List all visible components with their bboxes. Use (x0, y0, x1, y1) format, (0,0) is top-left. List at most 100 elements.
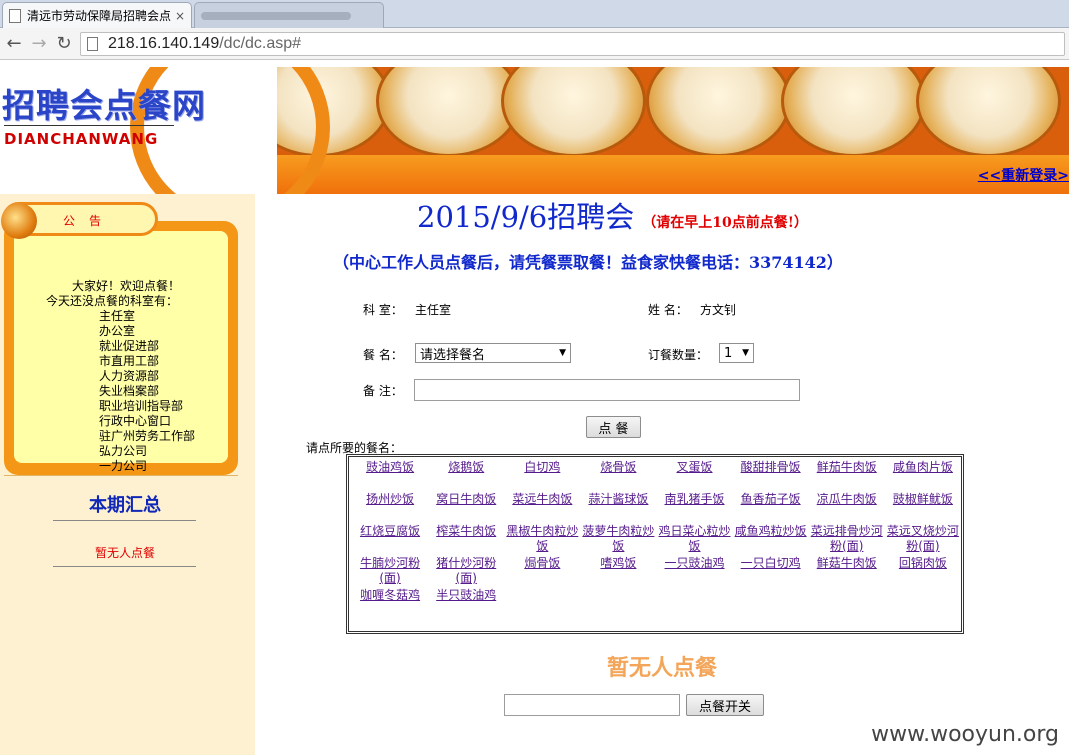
menu-item-link[interactable]: 蒜汁酱球饭 (588, 492, 648, 506)
main-content: 2015/9/6招聘会 （请在早上10点前点餐!） （中心工作人员点餐后，请凭餐票… (255, 194, 1069, 755)
menu-item-link[interactable]: 烧鹅饭 (448, 460, 484, 474)
menu-item-link[interactable]: 菜远叉烧炒河粉(面) (887, 524, 959, 553)
site-subtitle: DIANCHANWANG (4, 130, 159, 148)
menu-item-link[interactable]: 白切鸡 (524, 460, 560, 474)
browser-toolbar: ← → ↻ 218.16.140.149/dc/dc.asp# (0, 28, 1069, 60)
menu-item-link[interactable]: 豉椒鲜鱿饭 (893, 492, 953, 506)
menu-cell: 烧鹅饭 (428, 459, 504, 491)
address-bar[interactable]: 218.16.140.149/dc/dc.asp# (80, 32, 1065, 56)
event-title: 2015/9/6招聘会 (417, 200, 635, 234)
menu-item-link[interactable]: 猪什炒河粉(面) (436, 556, 496, 585)
summary-divider (53, 566, 196, 567)
remark-input[interactable] (414, 379, 800, 401)
reload-icon[interactable]: ↻ (53, 33, 75, 55)
dropdown-arrow-icon: ▼ (742, 348, 749, 358)
url-path: /dc/dc.asp# (219, 35, 302, 52)
menu-cell: 凉瓜牛肉饭 (809, 491, 885, 523)
menu-cell: 回锅肉饭 (885, 555, 961, 587)
menu-row: 牛腩炒河粉(面) 猪什炒河粉(面) 焗骨饭 嗜鸡饭 一只豉油鸡 一只白切鸡 鲜菇牛肉饭 回锅肉… (352, 555, 961, 587)
menu-cell (809, 587, 885, 619)
menu-item-link[interactable]: 咖喱冬菇鸡 (360, 588, 420, 602)
dept-item: 市直用工部 (99, 354, 160, 368)
tab-title: 清远市劳动保障局招聘会点 (26, 9, 171, 23)
order-toggle-button[interactable]: 点餐开关 (686, 694, 764, 716)
summary-divider (53, 520, 196, 521)
menu-cell: 扬州炒饭 (352, 491, 428, 523)
dropdown-arrow-icon: ▼ (559, 348, 566, 358)
dept-item: 弘力公司 (99, 444, 148, 458)
sidebar-divider (4, 475, 238, 476)
dept-item: 主任室 (99, 309, 136, 323)
dept-label: 科 室： (363, 303, 403, 317)
menu-item-link[interactable]: 烧骨饭 (600, 460, 636, 474)
forward-arrow-icon[interactable]: → (28, 33, 50, 55)
watermark: www.wooyun.org (871, 722, 1059, 747)
browser-tab-inactive[interactable] (194, 2, 384, 28)
no-order-message: 暂无人点餐 (606, 655, 717, 681)
food-plate-image (646, 67, 791, 155)
summary-title: 本期汇总 (89, 495, 161, 516)
page-icon (9, 8, 21, 23)
menu-item-link[interactable]: 菜远排骨炒河粉(面) (811, 524, 883, 553)
dept-item: 一力公司 (99, 459, 148, 473)
menu-cell: 猪什炒河粉(面) (428, 555, 504, 587)
menu-item-link[interactable]: 鸡日菜心粒炒饭 (659, 524, 731, 553)
page: 招聘会点餐网 DIANCHANWANG <<重新登录> 大家好！欢迎点餐！ 今天… (0, 67, 1069, 755)
menu-cell: 焗骨饭 (504, 555, 580, 587)
menu-item-link[interactable]: 红烧豆腐饭 (360, 524, 420, 538)
menu-cell: 牛腩炒河粉(面) (352, 555, 428, 587)
menu-table: 豉油鸡饭 烧鹅饭 白切鸡 烧骨饭 叉蛋饭 酸甜排骨饭 鲜茄牛肉饭 咸鱼肉片饭扬州炒饭 窝日牛肉饭… (346, 454, 964, 634)
menu-cell: 鲜茄牛肉饭 (809, 459, 885, 491)
browser-tabstrip: 清远市劳动保障局招聘会点 × (0, 0, 1069, 28)
menu-item-link[interactable]: 咸鱼鸡粒炒饭 (735, 524, 807, 538)
menu-item-link[interactable]: 酸甜排骨饭 (741, 460, 801, 474)
meal-label: 餐 名： (363, 348, 403, 362)
name-value: 方文钊 (700, 303, 737, 317)
relogin-link[interactable]: <<重新登录> (978, 165, 1069, 185)
menu-item-link[interactable]: 菜远牛肉饭 (512, 492, 572, 506)
menu-cell: 咸鱼鸡粒炒饭 (733, 523, 809, 555)
menu-item-link[interactable]: 扬州炒饭 (366, 492, 414, 506)
order-button[interactable]: 点 餐 (586, 416, 641, 438)
menu-item-link[interactable]: 一只豉油鸡 (665, 556, 725, 570)
menu-cell (580, 587, 656, 619)
name-label: 姓 名： (648, 303, 688, 317)
menu-item-link[interactable]: 窝日牛肉饭 (436, 492, 496, 506)
close-icon[interactable]: × (175, 9, 185, 23)
menu-item-link[interactable]: 半只豉油鸡 (436, 588, 496, 602)
menu-cell: 白切鸡 (504, 459, 580, 491)
menu-item-link[interactable]: 黑椒牛肉粒炒饭 (506, 524, 578, 553)
meal-select[interactable]: 请选择餐名 ▼ (415, 343, 571, 363)
quantity-select[interactable]: 1 ▼ (719, 343, 754, 363)
menu-item-link[interactable]: 鲜菇牛肉饭 (817, 556, 877, 570)
dept-item: 职业培训指导部 (99, 399, 184, 413)
toggle-input[interactable] (504, 694, 680, 716)
menu-cell: 鲜菇牛肉饭 (809, 555, 885, 587)
remark-label: 备 注： (363, 384, 403, 398)
menu-item-link[interactable]: 咸鱼肉片饭 (893, 460, 953, 474)
menu-item-link[interactable]: 嗜鸡饭 (600, 556, 636, 570)
menu-item-link[interactable]: 焗骨饭 (524, 556, 560, 570)
menu-cell: 烧骨饭 (580, 459, 656, 491)
menu-item-link[interactable]: 鲜茄牛肉饭 (817, 460, 877, 474)
menu-cell (504, 587, 580, 619)
menu-item-link[interactable]: 叉蛋饭 (677, 460, 713, 474)
menu-item-link[interactable]: 菠萝牛肉粒炒饭 (582, 524, 654, 553)
browser-tab-active[interactable]: 清远市劳动保障局招聘会点 × (2, 2, 192, 28)
banner-divider (276, 67, 277, 194)
menu-cell: 咖喱冬菇鸡 (352, 587, 428, 619)
dept-item: 驻广州劳务工作部 (99, 429, 196, 443)
menu-item-link[interactable]: 凉瓜牛肉饭 (817, 492, 877, 506)
menu-cell: 一只白切鸡 (733, 555, 809, 587)
menu-item-link[interactable]: 牛腩炒河粉(面) (360, 556, 420, 585)
back-arrow-icon[interactable]: ← (3, 33, 25, 55)
dept-item: 就业促进部 (99, 339, 160, 353)
menu-item-link[interactable]: 回锅肉饭 (899, 556, 947, 570)
food-plate-image (916, 67, 1061, 155)
logo-area: 招聘会点餐网 DIANCHANWANG (0, 67, 330, 194)
menu-item-link[interactable]: 南乳猪手饭 (665, 492, 725, 506)
menu-item-link[interactable]: 一只白切鸡 (741, 556, 801, 570)
menu-item-link[interactable]: 榨菜牛肉饭 (436, 524, 496, 538)
menu-item-link[interactable]: 豉油鸡饭 (366, 460, 414, 474)
menu-item-link[interactable]: 鱼香茄子饭 (741, 492, 801, 506)
